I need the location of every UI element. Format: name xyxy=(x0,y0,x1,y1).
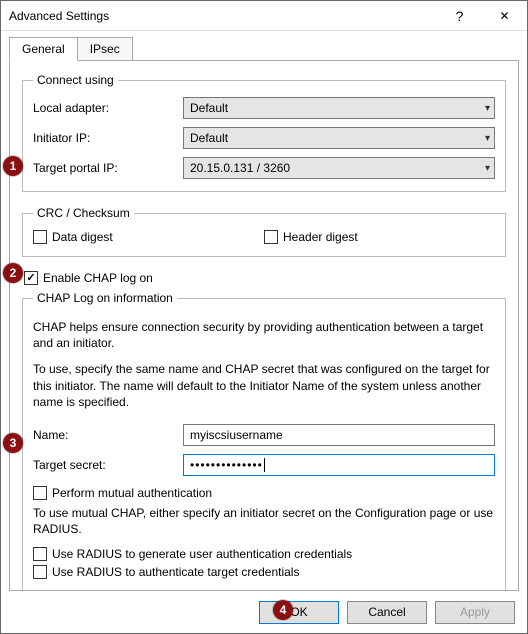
tab-general[interactable]: General xyxy=(9,37,78,61)
cancel-button[interactable]: Cancel xyxy=(347,601,427,624)
initiator-ip-value: Default xyxy=(190,131,228,145)
tab-strip: General IPsec xyxy=(1,31,527,60)
chap-name-value: myiscsiusername xyxy=(190,428,283,442)
radius-authenticate-label: Use RADIUS to authenticate target creden… xyxy=(52,565,299,579)
radius-generate-checkbox[interactable]: Use RADIUS to generate user authenticati… xyxy=(33,547,352,561)
cancel-label: Cancel xyxy=(368,605,405,619)
ok-label: OK xyxy=(290,605,307,619)
header-digest-label: Header digest xyxy=(283,230,358,244)
close-icon: ✕ xyxy=(499,9,509,23)
chap-name-input[interactable]: myiscsiusername xyxy=(183,424,495,446)
crc-group: CRC / Checksum Data digest Header digest xyxy=(22,206,506,257)
target-secret-input[interactable]: •••••••••••••• xyxy=(183,454,495,476)
enable-chap-checkbox[interactable]: Enable CHAP log on xyxy=(24,271,506,285)
dialog-button-bar: OK Cancel Apply xyxy=(1,591,527,633)
checkbox-icon xyxy=(33,565,47,579)
radius-generate-label: Use RADIUS to generate user authenticati… xyxy=(52,547,352,561)
data-digest-label: Data digest xyxy=(52,230,113,244)
general-panel: Connect using Local adapter: Default ▾ I… xyxy=(9,60,519,591)
initiator-ip-select[interactable]: Default ▾ xyxy=(183,127,495,149)
chap-desc1: CHAP helps ensure connection security by… xyxy=(33,319,495,351)
chap-info-group: CHAP Log on information CHAP helps ensur… xyxy=(22,291,506,591)
checkbox-icon xyxy=(33,486,47,500)
close-button[interactable]: ✕ xyxy=(482,1,527,30)
target-secret-value: •••••••••••••• xyxy=(190,458,263,472)
checkbox-icon xyxy=(33,547,47,561)
header-digest-checkbox[interactable]: Header digest xyxy=(264,230,495,244)
data-digest-checkbox[interactable]: Data digest xyxy=(33,230,264,244)
checkbox-icon xyxy=(33,230,47,244)
target-portal-ip-value: 20.15.0.131 / 3260 xyxy=(190,161,290,175)
apply-button[interactable]: Apply xyxy=(435,601,515,624)
connect-using-legend: Connect using xyxy=(33,73,118,87)
target-secret-label: Target secret: xyxy=(33,458,183,472)
chap-info-legend: CHAP Log on information xyxy=(33,291,177,305)
window-title: Advanced Settings xyxy=(9,9,437,23)
titlebar: Advanced Settings ? ✕ xyxy=(1,1,527,31)
checkbox-icon xyxy=(264,230,278,244)
chap-name-label: Name: xyxy=(33,428,183,442)
crc-legend: CRC / Checksum xyxy=(33,206,134,220)
target-portal-ip-select[interactable]: 20.15.0.131 / 3260 ▾ xyxy=(183,157,495,179)
chevron-down-icon: ▾ xyxy=(485,163,490,174)
checkbox-icon xyxy=(24,271,38,285)
chevron-down-icon: ▾ xyxy=(485,103,490,114)
mutual-auth-desc: To use mutual CHAP, either specify an in… xyxy=(33,505,495,537)
callout-1: 1 xyxy=(3,156,23,176)
chap-desc2: To use, specify the same name and CHAP s… xyxy=(33,361,495,410)
callout-2: 2 xyxy=(3,263,23,283)
mutual-auth-checkbox[interactable]: Perform mutual authentication xyxy=(33,486,212,500)
initiator-ip-label: Initiator IP: xyxy=(33,131,183,145)
local-adapter-value: Default xyxy=(190,101,228,115)
tab-ipsec[interactable]: IPsec xyxy=(77,37,133,60)
enable-chap-label: Enable CHAP log on xyxy=(43,271,153,285)
local-adapter-label: Local adapter: xyxy=(33,101,183,115)
ok-button[interactable]: OK xyxy=(259,601,339,624)
connect-using-group: Connect using Local adapter: Default ▾ I… xyxy=(22,73,506,192)
radius-authenticate-checkbox[interactable]: Use RADIUS to authenticate target creden… xyxy=(33,565,299,579)
apply-label: Apply xyxy=(460,605,490,619)
callout-3: 3 xyxy=(3,433,23,453)
tab-ipsec-label: IPsec xyxy=(90,42,120,56)
local-adapter-select[interactable]: Default ▾ xyxy=(183,97,495,119)
chevron-down-icon: ▾ xyxy=(485,133,490,144)
callout-4: 4 xyxy=(273,600,293,620)
tab-general-label: General xyxy=(22,42,65,56)
target-portal-ip-label: Target portal IP: xyxy=(33,161,183,175)
help-button[interactable]: ? xyxy=(437,1,482,30)
advanced-settings-dialog: Advanced Settings ? ✕ General IPsec Conn… xyxy=(0,0,528,634)
mutual-auth-label: Perform mutual authentication xyxy=(52,486,212,500)
text-caret xyxy=(264,458,265,472)
